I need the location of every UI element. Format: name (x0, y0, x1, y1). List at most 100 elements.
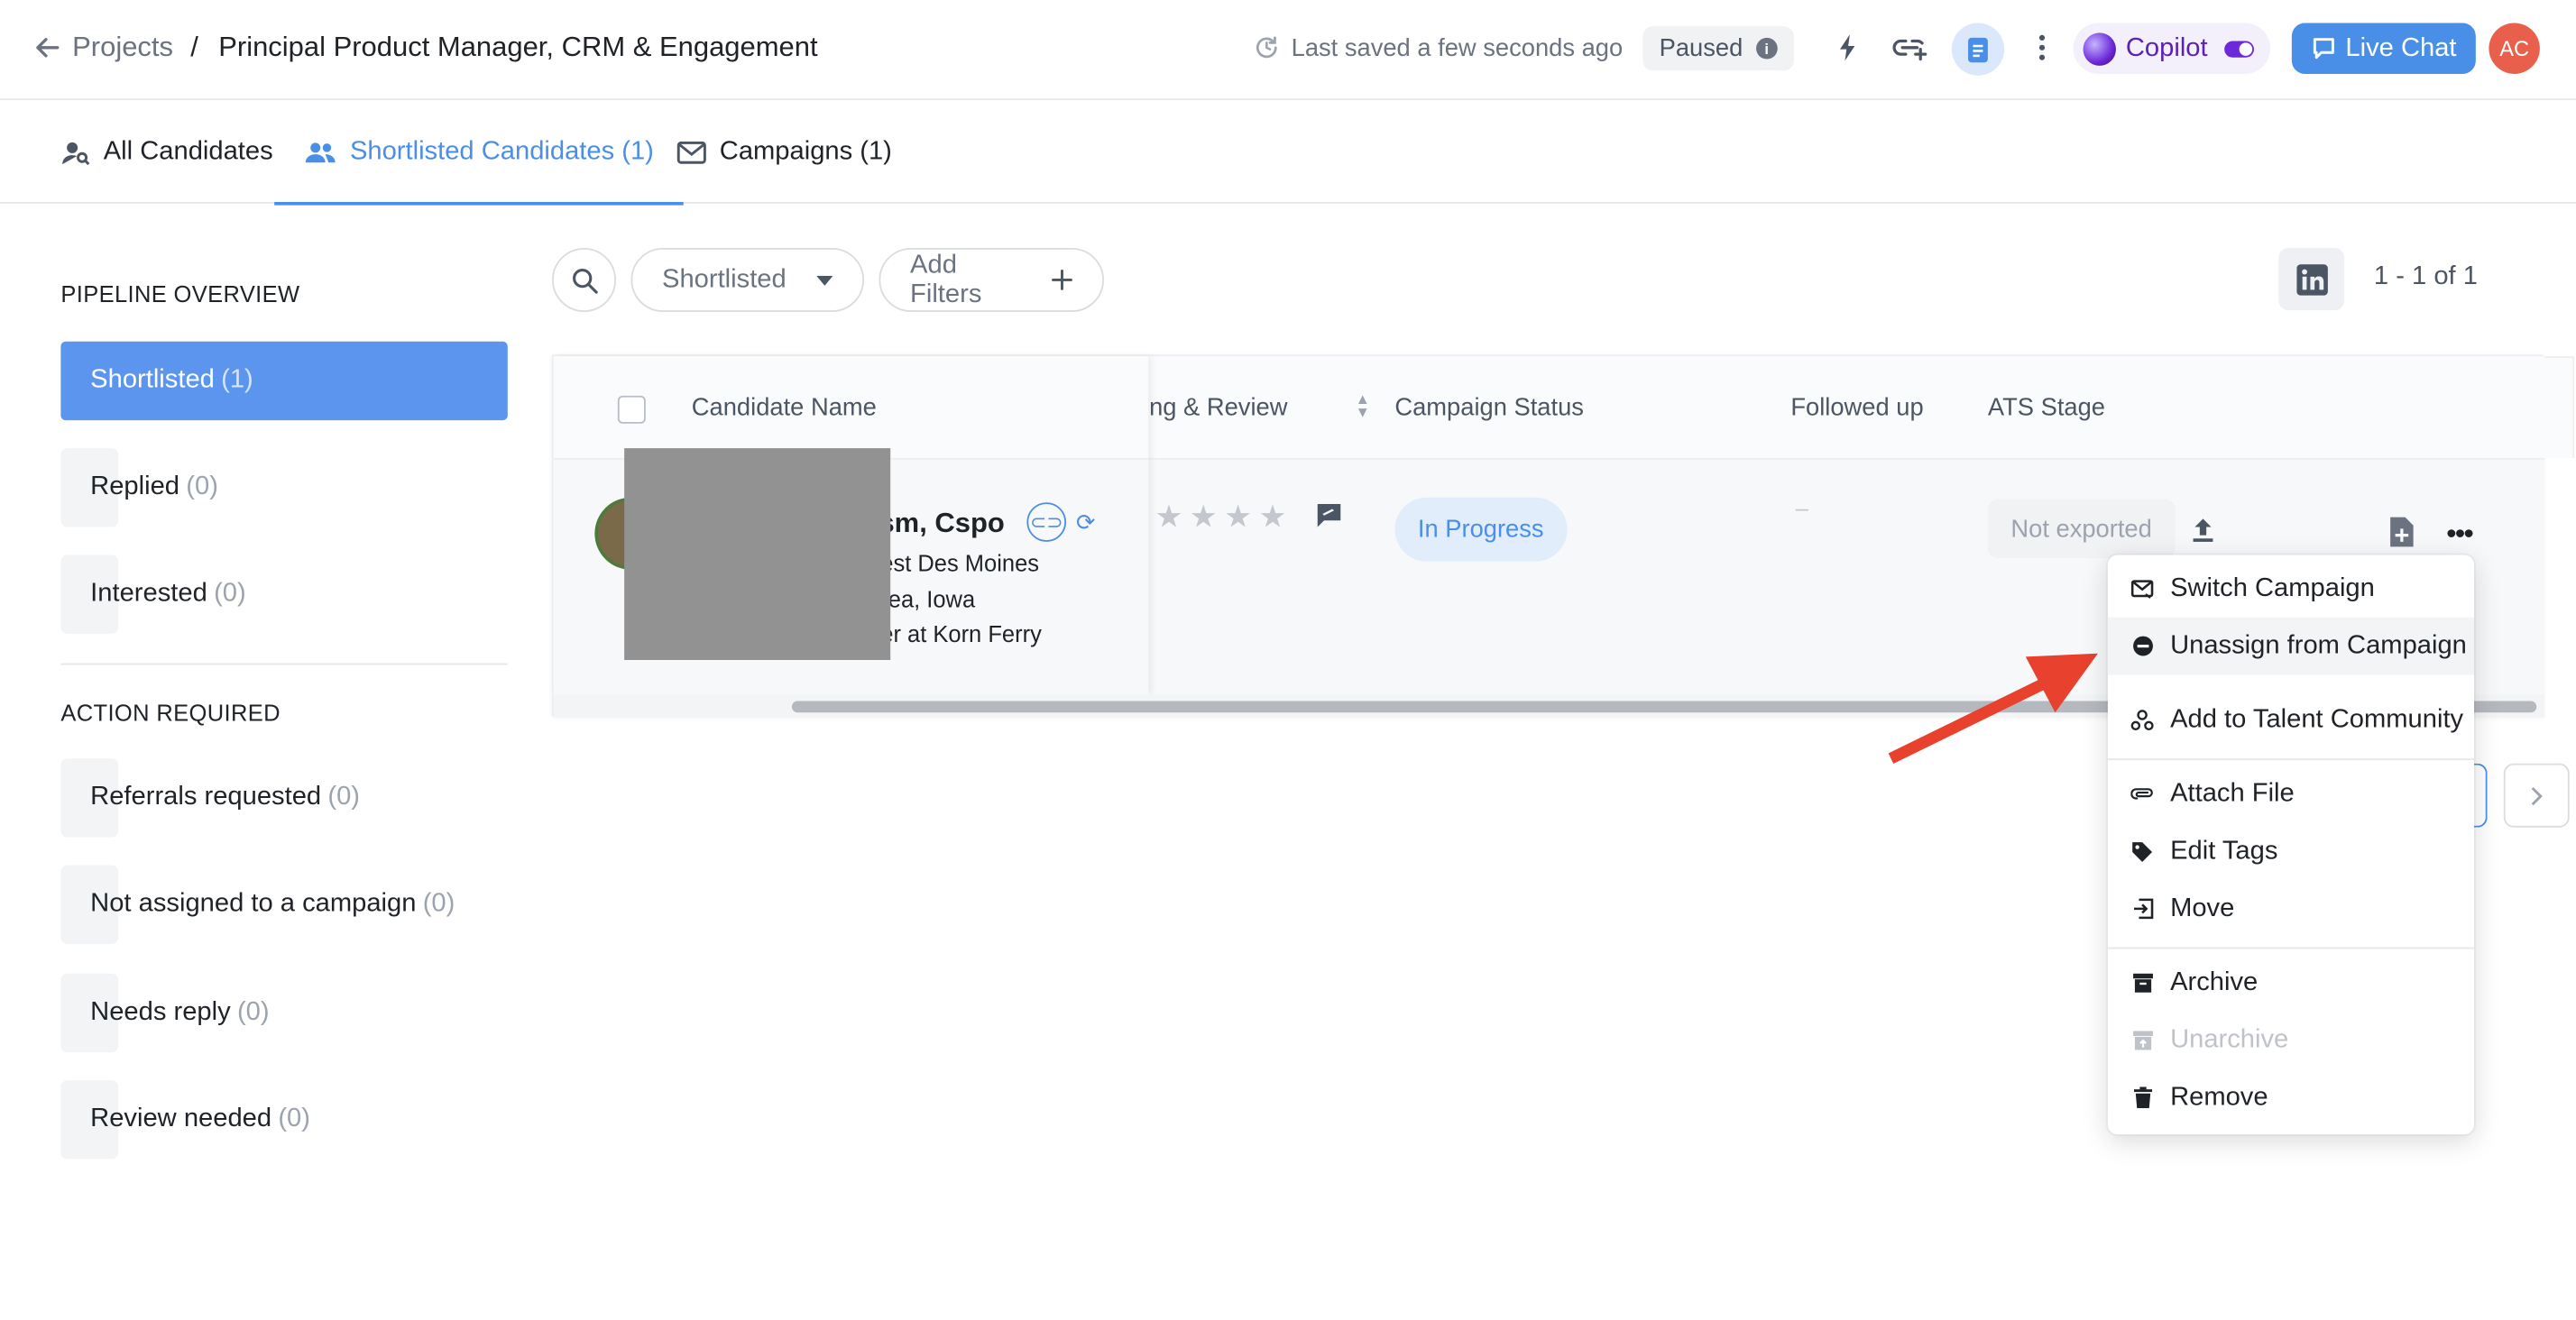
menu-item-switch-campaign[interactable]: Switch Campaign (2108, 560, 2474, 618)
plus-icon (1052, 270, 1073, 290)
sidebar-item-count: (0) (186, 472, 218, 501)
menu-item-edit-tags[interactable]: Edit Tags (2108, 822, 2474, 880)
menu-item-move[interactable]: Move (2108, 880, 2474, 938)
app-header: Projects / Principal Product Manager, CR… (0, 0, 2576, 101)
sidebar-item-not-assigned[interactable]: Not assigned to a campaign (0) (60, 865, 507, 945)
star-icon[interactable]: ★ (1155, 500, 1182, 537)
followed-up-value: – (1795, 494, 1808, 521)
sidebar-item-count: (1) (221, 366, 253, 395)
menu-item-unassign-from-campaign[interactable]: Unassign from Campaign (2107, 617, 2475, 675)
link-add-icon[interactable] (1892, 30, 1928, 66)
kebab-menu-icon[interactable] (2024, 30, 2060, 66)
row-more-actions-icon[interactable]: ••• (2446, 518, 2474, 552)
paused-status-badge[interactable]: Paused i (1642, 26, 1794, 71)
candidate-tabs: All Candidates Shortlisted Candidates (1… (0, 102, 2576, 206)
stage-filter-dropdown[interactable]: Shortlisted (630, 247, 865, 312)
move-icon (2130, 897, 2153, 920)
candidate-location-line2: rea, Iowa (880, 586, 976, 613)
sync-icon[interactable]: ⟳ (1076, 509, 1095, 536)
tab-campaigns-label: Campaigns (1) (719, 137, 892, 166)
rating-stars[interactable]: ★ ★ ★ ★ (1155, 500, 1286, 537)
attachment-icon[interactable]: ⊂⊃ (1026, 502, 1067, 542)
candidate-location-line1: est Des Moines (880, 550, 1040, 577)
sidebar-item-label: Not assigned to a campaign (90, 889, 417, 918)
menu-item-label: Unassign from Campaign (2170, 631, 2467, 660)
stage-filter-value: Shortlisted (662, 265, 787, 294)
person-search-icon (62, 142, 90, 166)
tab-all-candidates[interactable]: All Candidates (60, 102, 273, 204)
export-upload-icon[interactable] (2190, 516, 2216, 545)
refresh-clock-icon (1256, 36, 1277, 59)
add-filters-button[interactable]: Add Filters (879, 247, 1104, 312)
add-document-icon[interactable] (2387, 516, 2416, 548)
menu-item-attach-file[interactable]: Attach File (2108, 765, 2474, 823)
chevron-right-icon (2531, 786, 2543, 805)
menu-item-label: Switch Campaign (2170, 573, 2375, 602)
review-comment-icon[interactable] (1316, 502, 1342, 528)
caret-down-icon (816, 275, 833, 285)
sidebar-item-count: (0) (422, 889, 455, 918)
sidebar-item-interested[interactable]: Interested (0) (60, 555, 507, 634)
tab-campaigns[interactable]: Campaigns (1) (676, 102, 892, 204)
copilot-toggle-button[interactable]: Copilot (2073, 23, 2271, 74)
sidebar-item-label: Interested (90, 579, 207, 608)
sidebar-item-shortlisted[interactable]: Shortlisted (1) (60, 341, 508, 421)
info-icon[interactable]: i (1755, 37, 1778, 60)
tab-shortlisted-label: Shortlisted Candidates (1) (349, 137, 654, 166)
menu-item-add-to-talent-community[interactable]: Add to Talent Community (2108, 692, 2474, 749)
candidate-name-icons: ⊂⊃ ⟳ (1026, 502, 1095, 542)
table-edge (2541, 356, 2575, 459)
user-avatar[interactable]: AC (2489, 23, 2540, 74)
search-button[interactable] (551, 247, 617, 312)
sort-icon[interactable]: ▲ ▼ (1356, 391, 1370, 419)
menu-item-label: Add to Talent Community (2170, 705, 2464, 734)
redaction-block (624, 448, 891, 661)
select-all-checkbox[interactable] (617, 395, 646, 424)
menu-item-remove[interactable]: Remove (2108, 1068, 2474, 1126)
star-icon[interactable]: ★ (1224, 500, 1252, 537)
sidebar-item-replied[interactable]: Replied (0) (60, 448, 507, 527)
sidebar-divider (60, 663, 508, 665)
column-header-followed-up[interactable]: Followed up (1790, 394, 1923, 422)
pagination-next-button[interactable] (2503, 763, 2570, 828)
trash-icon (2130, 1086, 2153, 1109)
menu-item-label: Edit Tags (2170, 836, 2278, 865)
paperclip-icon (2130, 783, 2153, 805)
column-header-rating-review[interactable]: ting & Review (1136, 394, 1287, 422)
sidebar-item-label: Needs reply (90, 998, 231, 1027)
document-icon[interactable] (1951, 23, 2005, 76)
menu-item-label: Move (2170, 894, 2235, 922)
menu-item-label: Unarchive (2170, 1025, 2289, 1054)
column-header-candidate-name[interactable]: Candidate Name (692, 394, 877, 422)
sidebar-item-label: Referrals requested (90, 783, 322, 811)
row-actions-menu: Switch Campaign Unassign from Campaign A… (2107, 555, 2475, 1135)
sidebar-item-review-needed[interactable]: Review needed (0) (60, 1080, 507, 1160)
column-header-campaign-status[interactable]: Campaign Status (1394, 394, 1584, 422)
star-icon[interactable]: ★ (1258, 500, 1286, 537)
tag-icon (2130, 839, 2153, 862)
paused-label: Paused (1659, 34, 1743, 63)
breadcrumb-projects-link[interactable]: Projects (72, 32, 173, 64)
unarchive-icon (2130, 1029, 2153, 1051)
linkedin-button[interactable] (2278, 247, 2345, 311)
sidebar-item-referrals-requested[interactable]: Referrals requested (0) (60, 758, 507, 838)
live-chat-button[interactable]: Live Chat (2291, 23, 2476, 74)
column-header-ats-stage[interactable]: ATS Stage (1988, 394, 2105, 422)
menu-item-archive[interactable]: Archive (2108, 954, 2474, 1012)
back-arrow-icon[interactable] (32, 32, 62, 62)
sidebar-item-label: Shortlisted (90, 366, 215, 395)
menu-item-label: Archive (2170, 967, 2259, 996)
tab-all-candidates-label: All Candidates (103, 137, 273, 166)
annotation-arrow-icon (1888, 653, 2098, 764)
star-icon[interactable]: ★ (1190, 500, 1218, 537)
copilot-switch[interactable] (2223, 40, 2254, 57)
add-filters-label: Add Filters (910, 250, 982, 308)
saved-status-text: Last saved a few seconds ago (1291, 34, 1624, 63)
tab-shortlisted-candidates[interactable]: Shortlisted Candidates (1) (274, 102, 684, 206)
menu-item-label: Attach File (2170, 779, 2295, 807)
sidebar-item-needs-reply[interactable]: Needs reply (0) (60, 973, 507, 1053)
lightning-icon[interactable] (1830, 30, 1866, 66)
menu-divider (2107, 758, 2475, 761)
candidate-name[interactable]: sm, Cspo (879, 508, 1004, 540)
mail-icon (676, 141, 706, 164)
